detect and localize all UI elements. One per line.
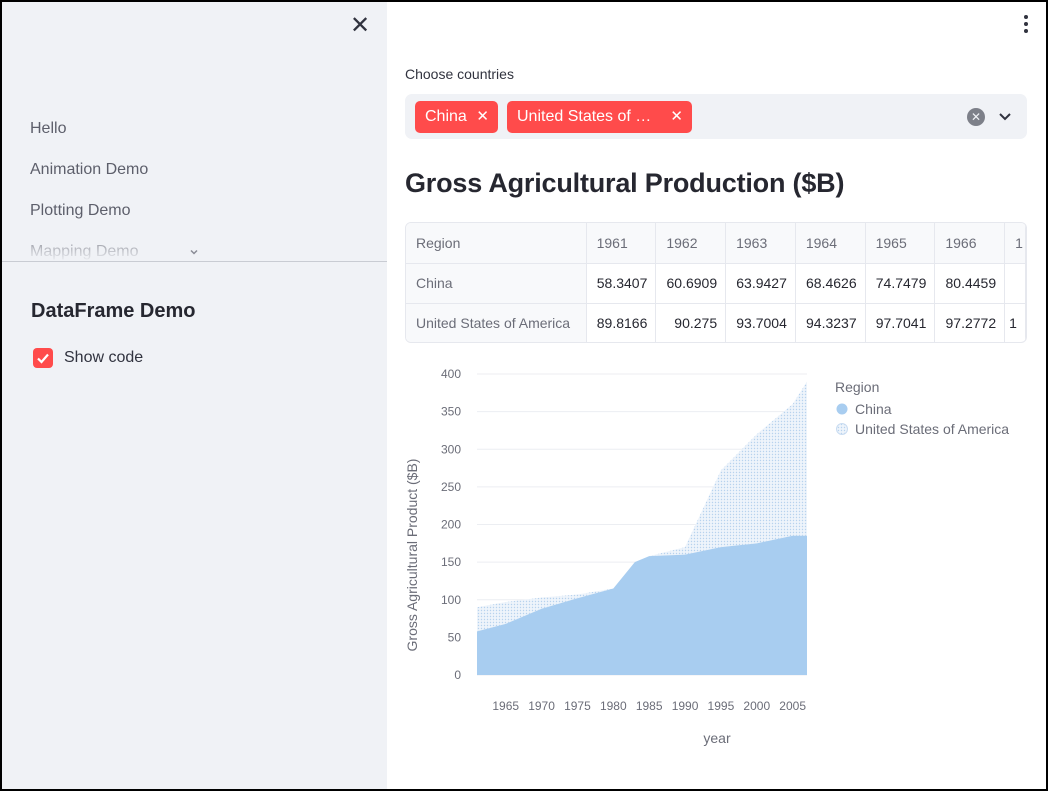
clear-all-icon[interactable]: ✕ bbox=[967, 108, 985, 126]
y-tick-label: 150 bbox=[441, 555, 461, 569]
y-tick-label: 400 bbox=[441, 367, 461, 381]
table-cell[interactable]: 74.7479 bbox=[865, 263, 936, 304]
x-tick-label: 2000 bbox=[743, 699, 770, 713]
legend-swatch bbox=[836, 423, 848, 435]
countries-multiselect[interactable]: China ✕ United States of … ✕ ✕ bbox=[405, 94, 1027, 139]
y-tick-label: 250 bbox=[441, 480, 461, 494]
checkbox-checked-icon[interactable] bbox=[33, 348, 53, 368]
table-cell[interactable]: 68.4626 bbox=[795, 263, 866, 304]
sidebar-divider bbox=[2, 261, 387, 262]
close-sidebar-button[interactable]: ✕ bbox=[348, 14, 372, 39]
sidebar-nav: Hello Animation Demo Plotting Demo Mappi… bbox=[2, 112, 387, 262]
column-header[interactable]: 1 bbox=[1004, 223, 1026, 264]
table-cell[interactable]: 89.8166 bbox=[586, 303, 657, 342]
y-tick-label: 300 bbox=[441, 442, 461, 456]
chevron-down-icon[interactable] bbox=[995, 106, 1015, 126]
more-menu-icon[interactable] bbox=[1019, 12, 1033, 36]
x-tick-label: 1970 bbox=[528, 699, 555, 713]
y-tick-label: 350 bbox=[441, 405, 461, 419]
table-cell[interactable]: 90.275 bbox=[655, 303, 727, 342]
tag-label: United States of … bbox=[517, 108, 652, 125]
tag-label: China bbox=[425, 108, 467, 125]
y-tick-label: 200 bbox=[441, 518, 461, 532]
page-heading: DataFrame Demo bbox=[31, 300, 196, 322]
nav-item-animation-demo[interactable]: Animation Demo bbox=[30, 161, 148, 179]
y-axis-title: Gross Agricultural Product ($B) bbox=[404, 459, 420, 652]
column-header[interactable]: Region bbox=[406, 223, 587, 264]
chevron-down-icon[interactable] bbox=[188, 246, 200, 258]
table-cell[interactable]: 80.4459 bbox=[934, 263, 1006, 304]
table-row: China 58.3407 60.6909 63.9427 68.4626 74… bbox=[406, 263, 1026, 304]
y-tick-label: 100 bbox=[441, 593, 461, 607]
legend-title: Region bbox=[835, 379, 879, 395]
legend-label: China bbox=[855, 401, 892, 417]
table-cell[interactable]: 97.2772 bbox=[934, 303, 1006, 342]
table-cell[interactable]: 60.6909 bbox=[655, 263, 727, 304]
app-window: ✕ Hello Animation Demo Plotting Demo Map… bbox=[0, 0, 1048, 791]
x-tick-label: 2005 bbox=[779, 699, 806, 713]
nav-item-plotting-demo[interactable]: Plotting Demo bbox=[30, 202, 131, 220]
column-header[interactable]: 1961 bbox=[586, 223, 657, 264]
selected-tag-china[interactable]: China ✕ bbox=[415, 101, 498, 133]
table-cell[interactable]: 1 bbox=[1004, 303, 1026, 342]
y-tick-label: 0 bbox=[454, 668, 461, 682]
x-axis-ticks: 1965 1970 1975 1980 1985 1990 1995 2000 2005 bbox=[492, 699, 806, 713]
chart-legend[interactable]: China United States of America bbox=[836, 401, 1010, 437]
remove-tag-icon[interactable]: ✕ bbox=[476, 101, 489, 133]
show-code-checkbox[interactable]: Show code bbox=[33, 348, 143, 368]
x-axis-title: year bbox=[703, 730, 731, 746]
nav-item-hello[interactable]: Hello bbox=[30, 120, 66, 138]
x-tick-label: 1965 bbox=[492, 699, 519, 713]
x-tick-label: 1980 bbox=[600, 699, 627, 713]
column-header[interactable]: 1966 bbox=[934, 223, 1006, 264]
table-cell[interactable]: 94.3237 bbox=[795, 303, 866, 342]
x-tick-label: 1985 bbox=[636, 699, 663, 713]
remove-tag-icon[interactable]: ✕ bbox=[670, 101, 683, 133]
legend-label: United States of America bbox=[855, 421, 1009, 437]
column-header[interactable]: 1964 bbox=[795, 223, 866, 264]
column-header[interactable]: 1962 bbox=[655, 223, 727, 264]
legend-swatch bbox=[836, 403, 848, 415]
x-tick-label: 1975 bbox=[564, 699, 591, 713]
column-header[interactable]: 1965 bbox=[865, 223, 936, 264]
y-tick-label: 50 bbox=[448, 630, 462, 644]
row-header[interactable]: China bbox=[406, 263, 587, 304]
table-header-row: Region 1961 1962 1963 1964 1965 1966 1 bbox=[406, 223, 1026, 264]
main-content: Choose countries China ✕ United States o… bbox=[387, 2, 1046, 789]
area-chart[interactable]: 0 50 100 150 200 250 300 350 400 1965 1970 1975 198… bbox=[387, 357, 1046, 757]
x-tick-label: 1990 bbox=[672, 699, 699, 713]
column-header[interactable]: 1963 bbox=[725, 223, 796, 264]
chart-areas bbox=[477, 381, 807, 675]
show-code-label: Show code bbox=[64, 349, 144, 366]
selected-tag-usa[interactable]: United States of … ✕ bbox=[507, 101, 692, 133]
x-tick-label: 1995 bbox=[708, 699, 735, 713]
table-cell[interactable] bbox=[1004, 263, 1026, 304]
nav-item-mapping-demo[interactable]: Mapping Demo bbox=[30, 243, 139, 261]
table-cell[interactable]: 93.7004 bbox=[725, 303, 796, 342]
table-cell[interactable]: 63.9427 bbox=[725, 263, 796, 304]
y-axis-ticks: 0 50 100 150 200 250 300 350 400 bbox=[441, 367, 461, 682]
table-cell[interactable]: 97.7041 bbox=[865, 303, 936, 342]
table-cell[interactable]: 58.3407 bbox=[586, 263, 657, 304]
chart-title: Gross Agricultural Production ($B) bbox=[405, 168, 845, 198]
table-row: United States of America 89.8166 90.275 … bbox=[406, 303, 1026, 342]
multiselect-label: Choose countries bbox=[405, 66, 514, 82]
row-header[interactable]: United States of America bbox=[406, 303, 587, 342]
sidebar: ✕ Hello Animation Demo Plotting Demo Map… bbox=[2, 2, 387, 789]
dataframe-table[interactable]: Region 1961 1962 1963 1964 1965 1966 1 C… bbox=[405, 222, 1027, 343]
